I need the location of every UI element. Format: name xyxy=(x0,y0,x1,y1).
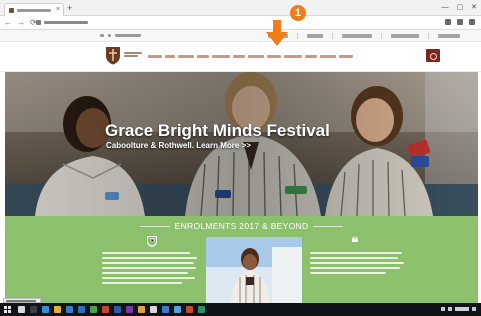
network-icon[interactable] xyxy=(441,307,445,311)
nav-item[interactable] xyxy=(197,55,209,58)
search-button[interactable] xyxy=(426,49,440,62)
nav-item[interactable] xyxy=(212,55,230,58)
browser-tab-active[interactable]: × xyxy=(4,3,64,16)
school-logo-wordmark[interactable] xyxy=(124,52,142,58)
store-icon[interactable] xyxy=(66,306,73,313)
task-view-icon[interactable] xyxy=(30,306,37,313)
chrome-icon[interactable] xyxy=(138,306,145,313)
app-icon[interactable] xyxy=(162,306,169,313)
close-window-icon[interactable]: ✕ xyxy=(471,3,477,13)
url-input[interactable] xyxy=(36,19,366,28)
nav-item[interactable] xyxy=(267,55,281,58)
windows-start-icon[interactable] xyxy=(4,306,11,313)
contact-separator xyxy=(108,34,111,37)
browser-tab-strip: × + — ▢ ✕ xyxy=(0,0,481,16)
utility-link-5[interactable] xyxy=(438,34,460,38)
nav-item[interactable] xyxy=(233,55,245,58)
hero-learn-more-link[interactable]: Caboolture & Rothwell. Learn More >> xyxy=(106,141,251,151)
site-header xyxy=(0,42,481,72)
volume-icon[interactable] xyxy=(448,307,452,311)
nav-item[interactable] xyxy=(284,55,302,58)
quote-icon: ❝ xyxy=(351,235,359,251)
notifications-icon[interactable] xyxy=(472,307,476,311)
app-icon[interactable] xyxy=(174,306,181,313)
browser-nav-buttons: ← → ⟳ xyxy=(4,18,37,28)
nav-item[interactable] xyxy=(339,55,353,58)
nav-item[interactable] xyxy=(305,55,317,58)
school-crest-icon[interactable] xyxy=(105,46,121,65)
onenote-icon[interactable] xyxy=(126,306,133,313)
back-icon[interactable]: ← xyxy=(4,18,12,28)
utility-divider xyxy=(428,33,429,39)
nav-item[interactable] xyxy=(248,55,264,58)
nav-item[interactable] xyxy=(320,55,336,58)
annotation-badge: 1 xyxy=(290,5,306,21)
utility-link-3[interactable] xyxy=(342,34,372,38)
utility-divider xyxy=(297,33,298,39)
word-icon[interactable] xyxy=(114,306,121,313)
annotation-arrow-icon xyxy=(266,20,288,46)
file-explorer-icon[interactable] xyxy=(54,306,61,313)
nav-item[interactable] xyxy=(148,55,162,58)
browser-address-bar: ← → ⟳ xyxy=(0,16,481,30)
extension-icon[interactable] xyxy=(457,19,463,25)
utility-links xyxy=(268,33,460,39)
tab-title-text xyxy=(17,9,51,12)
shield-icon xyxy=(147,236,157,247)
powerpoint-icon[interactable] xyxy=(102,306,109,313)
excel-icon[interactable] xyxy=(90,306,97,313)
bookmark-star-icon[interactable] xyxy=(445,19,451,25)
enrolments-right-text xyxy=(310,252,405,274)
menu-icon[interactable] xyxy=(469,19,475,25)
app-icon[interactable] xyxy=(198,306,205,313)
utility-divider xyxy=(381,33,382,39)
edge-icon[interactable] xyxy=(42,306,49,313)
enrolments-section: ENROLMENTS 2017 & BEYOND ❝ xyxy=(5,216,478,303)
phone-number-text[interactable] xyxy=(115,34,141,37)
system-tray xyxy=(441,307,476,311)
lock-icon xyxy=(36,20,41,25)
utility-divider xyxy=(332,33,333,39)
search-icon[interactable] xyxy=(18,306,25,313)
browser-toolbar-icons xyxy=(445,19,475,25)
nav-item[interactable] xyxy=(165,55,175,58)
enrolments-heading: ENROLMENTS 2017 & BEYOND xyxy=(5,221,478,231)
phone-icon xyxy=(100,34,104,37)
hero-title[interactable]: Grace Bright Minds Festival xyxy=(105,121,330,141)
nav-item[interactable] xyxy=(178,55,194,58)
contact-info xyxy=(100,34,141,37)
hero-banner[interactable]: Grace Bright Minds Festival Caboolture &… xyxy=(5,72,478,216)
maximize-icon[interactable]: ▢ xyxy=(457,3,464,13)
url-text xyxy=(44,21,88,24)
forward-icon[interactable]: → xyxy=(17,18,25,28)
mail-icon[interactable] xyxy=(78,306,85,313)
taskbar-apps xyxy=(18,306,205,313)
new-tab-icon[interactable]: + xyxy=(67,3,72,13)
minimize-icon[interactable]: — xyxy=(442,3,449,13)
utility-link-2[interactable] xyxy=(307,34,323,38)
windows-taskbar xyxy=(0,303,481,316)
app-icon[interactable] xyxy=(186,306,193,313)
site-utility-bar xyxy=(0,30,481,42)
enrolments-left-text xyxy=(102,252,198,284)
student-photo xyxy=(206,237,302,303)
utility-link-4[interactable] xyxy=(391,34,419,38)
favicon-icon xyxy=(9,8,14,13)
tab-close-icon[interactable]: × xyxy=(56,5,60,15)
main-navigation xyxy=(148,55,353,58)
app-icon[interactable] xyxy=(150,306,157,313)
clock-text[interactable] xyxy=(455,307,469,311)
window-controls: — ▢ ✕ xyxy=(442,3,478,13)
